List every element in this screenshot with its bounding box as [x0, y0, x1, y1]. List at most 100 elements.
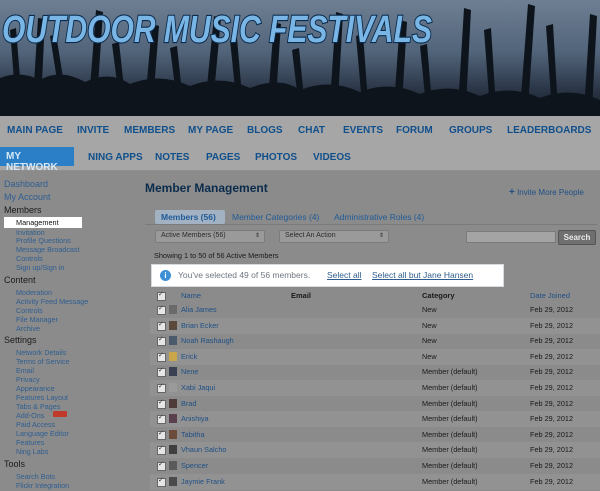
sidebar-item-network-details[interactable]: Network Details	[16, 348, 66, 357]
subnav-item-5[interactable]: VIDEOS	[313, 152, 351, 163]
column-header-date-joined[interactable]: Date Joined	[530, 291, 570, 300]
nav-item-4[interactable]: BLOGS	[247, 125, 283, 136]
tab-my-network[interactable]: MY NETWORK	[0, 147, 74, 173]
member-name-link[interactable]: Alia James	[181, 305, 217, 314]
nav-item-3[interactable]: MY PAGE	[188, 125, 233, 136]
member-name-link[interactable]: Spencer	[181, 461, 208, 470]
search-input[interactable]	[466, 231, 556, 243]
row-checkbox[interactable]	[157, 382, 166, 393]
sidebar-item-search-bots[interactable]: Search Bots	[16, 472, 55, 481]
subnav-item-4[interactable]: PHOTOS	[255, 152, 297, 163]
search-button[interactable]: Search	[558, 230, 596, 245]
member-filter-select[interactable]: Active Members (56) ⇕	[155, 230, 265, 243]
results-count: Showing 1 to 50 of 56 Active Members	[154, 251, 279, 260]
select-all-link[interactable]: Select all	[327, 270, 362, 280]
sidebar-item-paid-access[interactable]: Paid Access	[16, 420, 55, 429]
tab-member-categories[interactable]: Member Categories (4)	[232, 212, 319, 222]
sidebar-item-dashboard[interactable]: Dashboard	[4, 179, 48, 189]
table-row[interactable]: Alia James New Feb 29, 2012	[150, 302, 600, 318]
sidebar-item-activity-feed-message[interactable]: Activity Feed Message	[16, 297, 88, 306]
table-row[interactable]: Tabitha Member (default) Feb 29, 2012	[150, 427, 600, 443]
action-select[interactable]: Select An Action ⇕	[279, 230, 389, 243]
member-category: New	[422, 351, 437, 361]
sidebar-item-ning-labs[interactable]: Ning Labs	[16, 447, 48, 456]
sidebar-item-file-manager[interactable]: File Manager	[16, 315, 58, 324]
table-row[interactable]: Brad Member (default) Feb 29, 2012	[150, 396, 600, 412]
sidebar-item-management[interactable]: Management	[4, 217, 82, 228]
table-row[interactable]: Spencer Member (default) Feb 29, 2012	[150, 458, 600, 474]
sidebar-item-terms-of-service[interactable]: Terms of Service	[16, 357, 70, 366]
member-date-joined: Feb 29, 2012	[530, 336, 574, 346]
subnav-item-3[interactable]: PAGES	[206, 152, 240, 163]
sidebar-item-signup-signin[interactable]: Sign up/Sign in	[16, 263, 64, 272]
table-row[interactable]: Nene Member (default) Feb 29, 2012	[150, 364, 600, 380]
table-row[interactable]: Noah Rashaugh New Feb 29, 2012	[150, 333, 600, 349]
sidebar-item-features[interactable]: Features	[16, 438, 44, 447]
member-name-link[interactable]: Erick	[181, 352, 197, 361]
member-name-link[interactable]: Anishiya	[181, 414, 209, 423]
member-name-link[interactable]: Vhaun Salcho	[181, 445, 226, 454]
nav-item-7[interactable]: FORUM	[396, 125, 433, 136]
select-all-but-link[interactable]: Select all but Jane Hansen	[372, 270, 473, 280]
select-all-checkbox[interactable]	[157, 290, 166, 301]
invite-more-link[interactable]: + Invite More People	[509, 187, 584, 198]
table-row[interactable]: Xabi Jaqui Member (default) Feb 29, 2012	[150, 380, 600, 396]
column-header-name[interactable]: Name	[181, 291, 201, 300]
member-name-link[interactable]: Nene	[181, 367, 198, 376]
sidebar-item-my-account[interactable]: My Account	[4, 192, 51, 202]
sidebar-item-moderation[interactable]: Moderation	[16, 288, 52, 297]
row-checkbox[interactable]	[157, 460, 166, 471]
row-checkbox[interactable]	[157, 429, 166, 440]
member-name-link[interactable]: Jaymie Frank	[181, 477, 225, 486]
row-checkbox[interactable]	[157, 413, 166, 425]
row-checkbox[interactable]	[157, 476, 166, 487]
member-name-link[interactable]: Brad	[181, 399, 196, 408]
table-row[interactable]: Erick New Feb 29, 2012	[150, 348, 600, 365]
member-name-link[interactable]: Xabi Jaqui	[181, 383, 215, 392]
subnav-item-1[interactable]: NING APPS	[88, 152, 143, 163]
sidebar-item-flickr-integration[interactable]: Flickr Integration	[16, 481, 69, 490]
row-checkbox[interactable]	[157, 444, 166, 456]
sidebar-item-content-controls[interactable]: Controls	[16, 306, 43, 315]
table-row[interactable]: Jaymie Frank Member (default) Feb 29, 2012	[150, 473, 600, 490]
row-checkbox[interactable]	[157, 351, 166, 362]
sidebar-item-language-editor[interactable]: Language Editor	[16, 429, 69, 438]
sidebar-item-message-broadcast[interactable]: Message Broadcast	[16, 245, 80, 254]
nav-item-5[interactable]: CHAT	[298, 125, 325, 136]
avatar	[169, 383, 177, 392]
row-checkbox[interactable]	[157, 335, 166, 347]
member-name-link[interactable]: Tabitha	[181, 430, 205, 439]
sidebar-item-appearance[interactable]: Appearance	[16, 384, 55, 393]
nav-item-1[interactable]: INVITE	[77, 125, 109, 136]
nav-item-8[interactable]: GROUPS	[449, 125, 492, 136]
page-title: Member Management	[145, 181, 268, 195]
sidebar-item-archive[interactable]: Archive	[16, 324, 40, 333]
sidebar-item-add-ons[interactable]: Add-Ons	[16, 411, 44, 420]
table-row[interactable]: Anishiya Member (default) Feb 29, 2012	[150, 411, 600, 428]
banner-title: OUTDOOR MUSIC FESTIVALS	[1, 8, 433, 52]
avatar	[169, 320, 177, 330]
member-name-link[interactable]: Noah Rashaugh	[181, 336, 234, 345]
sidebar-item-tabs-pages[interactable]: Tabs & Pages	[16, 402, 60, 411]
nav-item-2[interactable]: MEMBERS	[124, 125, 175, 136]
table-row[interactable]: Vhaun Salcho Member (default) Feb 29, 2012	[150, 442, 600, 459]
sidebar-item-privacy[interactable]: Privacy	[16, 375, 40, 384]
tab-members[interactable]: Members (56)	[155, 210, 225, 224]
row-checkbox[interactable]	[157, 304, 166, 315]
row-checkbox[interactable]	[157, 320, 166, 331]
subnav-item-2[interactable]: NOTES	[155, 152, 189, 163]
sidebar-item-features-layout[interactable]: Features Layout	[16, 393, 68, 402]
row-checkbox[interactable]	[157, 366, 166, 378]
sidebar-item-profile-questions[interactable]: Profile Questions	[16, 236, 71, 245]
nav-item-9[interactable]: LEADERBOARDS	[507, 125, 591, 136]
sidebar-item-email[interactable]: Email	[16, 366, 34, 375]
nav-item-6[interactable]: EVENTS	[343, 125, 383, 136]
column-header-category[interactable]: Category	[422, 291, 455, 300]
row-checkbox[interactable]	[157, 398, 166, 409]
sidebar-item-members-controls[interactable]: Controls	[16, 254, 43, 263]
table-row[interactable]: Brian Ecker New Feb 29, 2012	[150, 317, 600, 334]
member-name-link[interactable]: Brian Ecker	[181, 321, 219, 330]
nav-item-0[interactable]: MAIN PAGE	[7, 125, 63, 136]
column-header-email[interactable]: Email	[291, 291, 311, 300]
tab-administrative-roles[interactable]: Administrative Roles (4)	[334, 212, 424, 222]
